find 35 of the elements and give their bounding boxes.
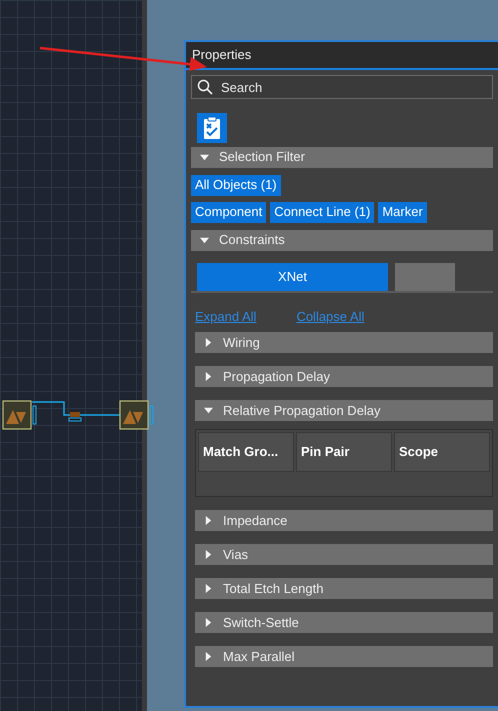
expand-icon [204,618,213,627]
section-header[interactable]: Propagation Delay [195,366,493,387]
section-header[interactable]: Switch-Settle [195,612,493,633]
search-icon [197,79,213,95]
expand-icon [204,372,213,381]
section-header[interactable]: Impedance [195,510,493,531]
column-header[interactable]: Pin Pair [296,432,392,472]
clipboard-check-icon [202,116,222,140]
section-header[interactable]: Selection Filter [191,146,493,168]
filter-chip[interactable]: Marker [378,202,427,222]
collapse-icon [200,236,209,244]
filter-chip[interactable]: Component [191,202,266,222]
filter-chip[interactable]: Connect Line (1) [270,202,374,222]
constraint-tab[interactable]: XNet [197,262,388,290]
expand-icon [204,550,213,559]
link[interactable]: Expand All [195,306,256,326]
section-header[interactable]: Wiring [195,332,493,353]
section-header[interactable]: Total Etch Length [195,578,493,599]
filter-chip[interactable]: All Objects (1) [191,174,281,196]
section-header[interactable]: Relative Propagation Delay [195,400,493,421]
search-field[interactable]: Search [191,75,493,99]
clipboard-check-button[interactable] [197,112,227,142]
link[interactable]: Collapse All [296,306,364,326]
collapse-icon [204,406,213,415]
expand-icon [204,584,213,593]
section-header[interactable]: Max Parallel [195,646,493,667]
section-header[interactable]: Vias [195,544,493,565]
section-header[interactable]: Constraints [191,230,493,250]
collapse-icon [200,152,209,162]
column-header[interactable]: Match Gro... [198,432,294,472]
expand-icon [204,516,213,525]
expand-icon [204,652,213,661]
expand-icon [204,338,213,347]
panel-title: Properties [192,46,252,64]
column-header[interactable]: Scope [394,432,490,472]
